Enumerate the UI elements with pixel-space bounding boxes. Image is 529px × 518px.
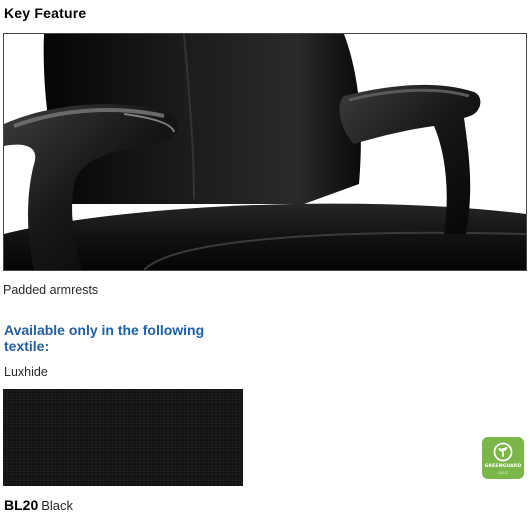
greenguard-icon xyxy=(493,442,513,462)
greenguard-badge: GREENGUARD GOLD xyxy=(482,437,524,479)
feature-caption: Padded armrests xyxy=(3,283,99,297)
key-feature-heading: Key Feature xyxy=(4,5,87,21)
badge-title: GREENGUARD xyxy=(484,464,522,469)
textile-name: Luxhide xyxy=(4,365,48,379)
swatch-color-name: Black xyxy=(41,498,74,513)
textile-heading: Available only in the following textile: xyxy=(4,322,205,354)
swatch-label: BL20 Black xyxy=(4,497,73,513)
armrest-photo xyxy=(3,33,527,271)
badge-subtitle: GOLD xyxy=(497,471,509,475)
textile-swatch xyxy=(3,389,243,486)
chair-armrest-image xyxy=(4,34,526,270)
swatch-code: BL20 xyxy=(4,497,39,513)
